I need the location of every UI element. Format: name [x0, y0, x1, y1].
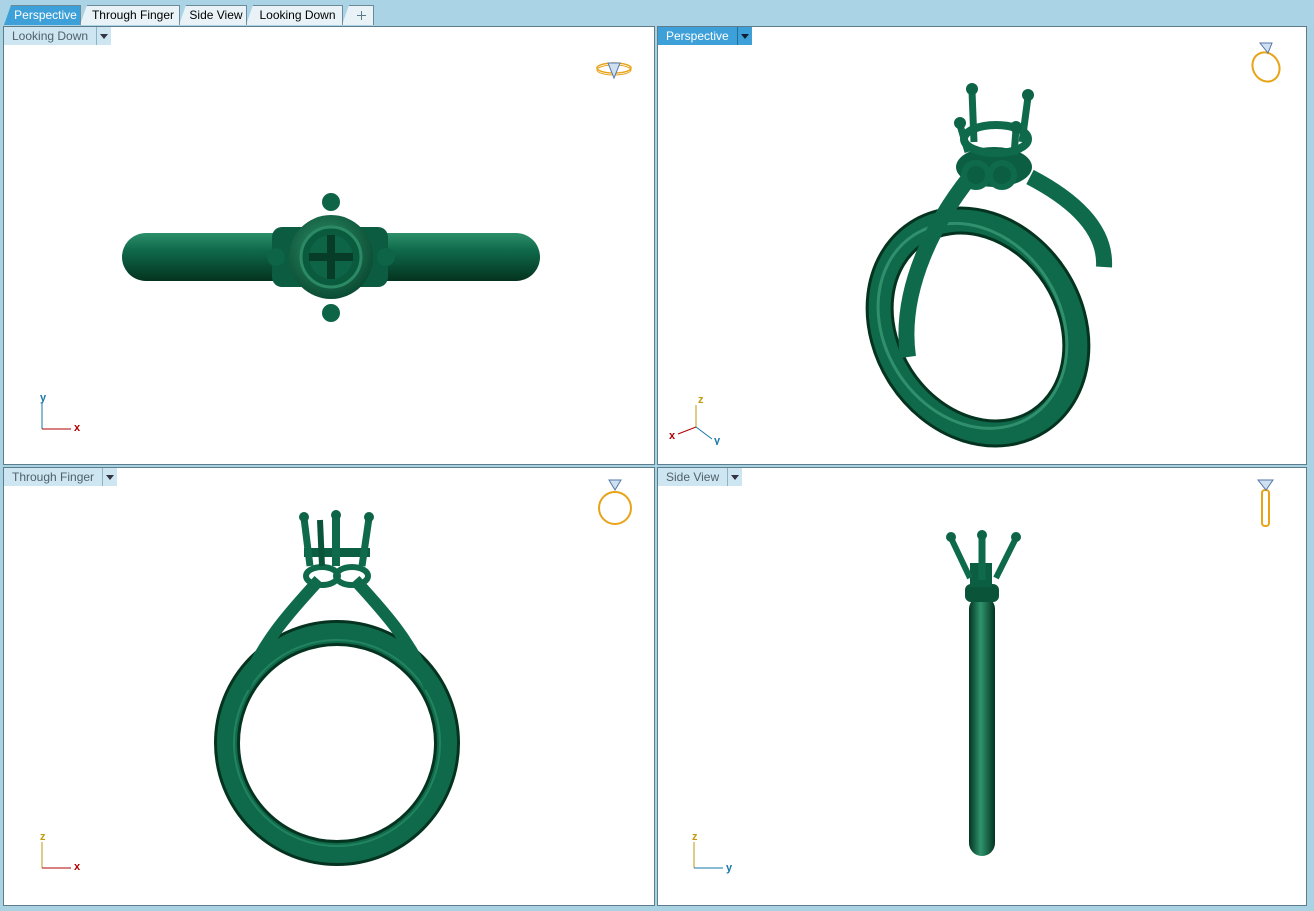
viewport-label-perspective[interactable]: Perspective	[658, 27, 752, 45]
viewport-title[interactable]: Looking Down	[4, 27, 97, 45]
ring-nav-icon[interactable]	[1252, 476, 1280, 530]
dropdown-arrow-icon	[106, 475, 115, 480]
viewport-title[interactable]: Perspective	[658, 27, 737, 45]
axis-icon: z x y	[669, 394, 721, 445]
add-tab-button[interactable]	[342, 5, 374, 25]
tab-looking-down[interactable]: Looking Down	[246, 5, 343, 25]
dropdown-arrow-icon	[731, 475, 740, 480]
viewport-tab-bar: Perspective Through Finger Side View Loo…	[0, 0, 1314, 26]
axis-label-horizontal: y	[726, 862, 733, 874]
axis-label-depth: y	[714, 435, 721, 445]
axis-label-vertical: y	[40, 392, 47, 404]
axis-label-horizontal: x	[669, 430, 676, 442]
ring-model-top-view[interactable]	[4, 27, 655, 465]
axis-icon: z x	[40, 831, 81, 873]
viewport-title[interactable]: Side View	[658, 468, 728, 486]
axis-icon: z y	[692, 831, 733, 874]
axis-label-vertical: z	[692, 831, 698, 843]
tab-side-view[interactable]: Side View	[179, 5, 247, 25]
tab-perspective[interactable]: Perspective	[4, 5, 81, 25]
viewport-perspective[interactable]: Perspective z x y	[657, 26, 1307, 465]
viewport-label-looking-down[interactable]: Looking Down	[4, 27, 112, 45]
ring-nav-icon[interactable]	[594, 476, 636, 528]
viewport-menu-button[interactable]	[736, 27, 752, 45]
dropdown-arrow-icon	[740, 34, 749, 39]
viewport-menu-button[interactable]	[727, 468, 743, 486]
viewport-menu-button[interactable]	[96, 27, 112, 45]
dropdown-arrow-icon	[100, 34, 109, 39]
window-bottom-edge	[0, 906, 1314, 911]
ring-nav-icon[interactable]	[1246, 39, 1290, 85]
tab-through-finger[interactable]: Through Finger	[80, 5, 180, 25]
axis-label-horizontal: x	[74, 422, 81, 433]
viewport-looking-down[interactable]: Looking Down y x	[3, 26, 655, 465]
axis-label-vertical: z	[698, 394, 704, 406]
viewport-label-side-view[interactable]: Side View	[658, 468, 743, 486]
viewport-title[interactable]: Through Finger	[4, 468, 103, 486]
axis-icon: y x	[40, 392, 81, 433]
plus-icon	[356, 11, 366, 20]
axis-label-vertical: z	[40, 831, 46, 843]
viewport-label-through-finger[interactable]: Through Finger	[4, 468, 118, 486]
ring-model-perspective[interactable]	[658, 27, 1307, 465]
ring-model-front-view[interactable]	[4, 468, 655, 906]
viewport-menu-button[interactable]	[102, 468, 118, 486]
viewport-side-view[interactable]: Side View z y	[657, 467, 1307, 906]
ring-nav-icon[interactable]	[593, 56, 637, 84]
viewport-through-finger[interactable]: Through Finger z x	[3, 467, 655, 906]
ring-model-side-view[interactable]	[658, 468, 1307, 906]
axis-label-horizontal: x	[74, 861, 81, 873]
